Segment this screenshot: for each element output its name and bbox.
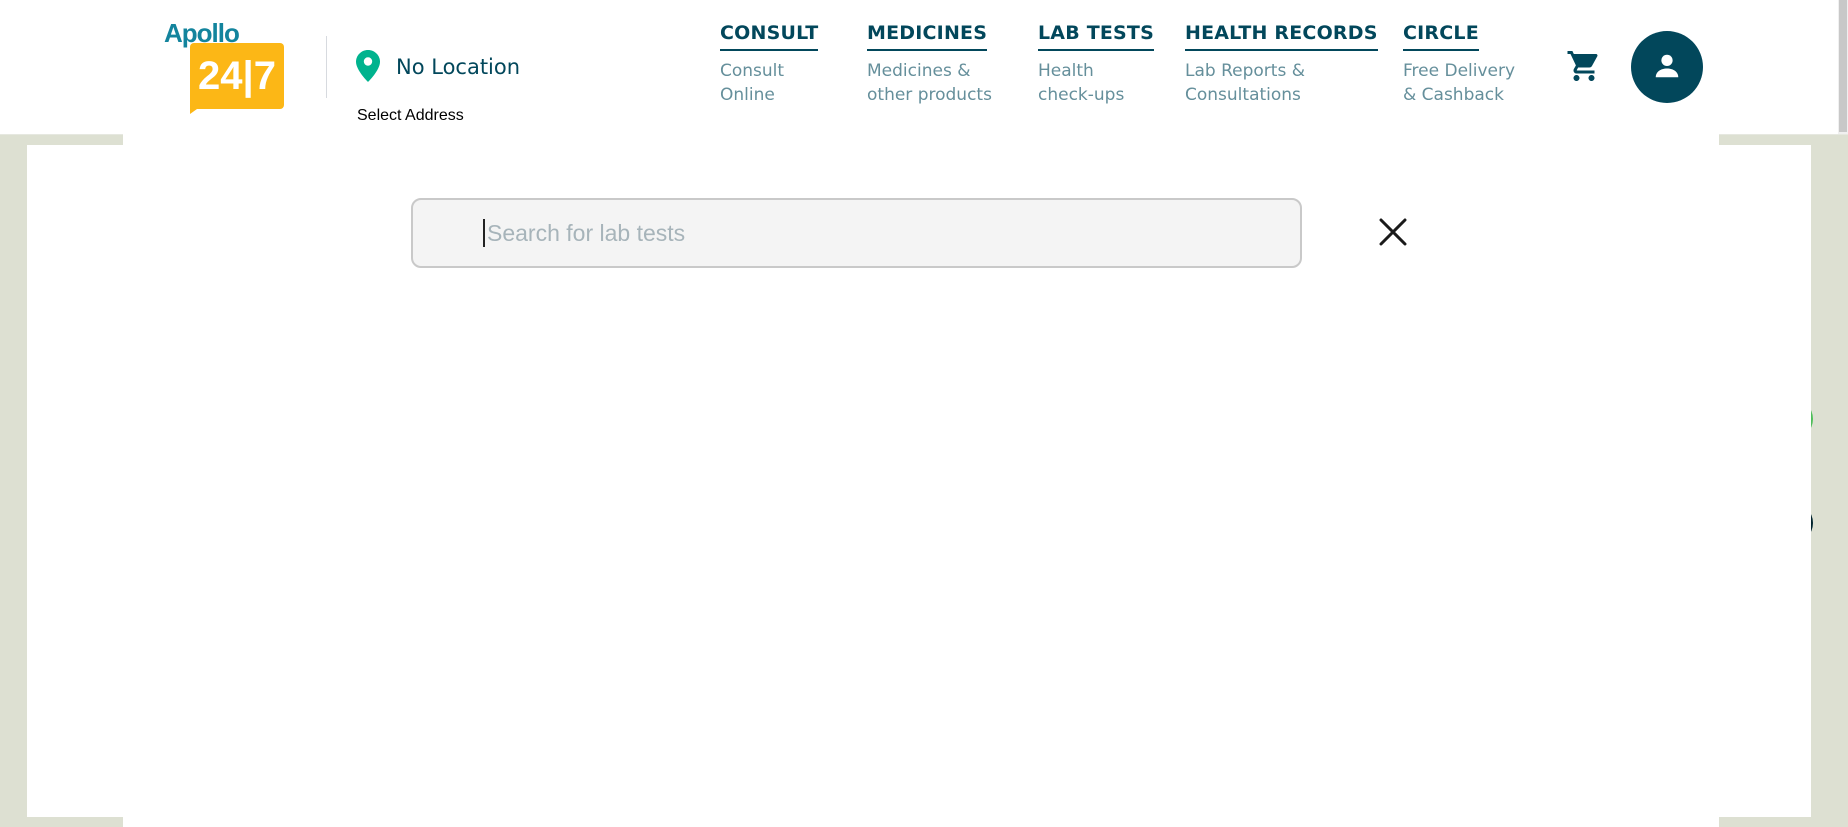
nav-medicines-subtitle: Medicines & other products (867, 61, 992, 105)
nav-health-records[interactable]: HEALTH RECORDS Lab Reports & Consultatio… (1185, 22, 1378, 107)
page-scrollbar-thumb[interactable] (1839, 0, 1847, 132)
nav-consult-title: CONSULT (720, 22, 819, 51)
header-divider (326, 36, 327, 98)
site-header: Apollo 24|7 No Location Select Address C… (0, 0, 1848, 135)
profile-button[interactable] (1631, 31, 1703, 103)
nav-lab-tests-subtitle: Health check-ups (1038, 61, 1125, 105)
nav-consult-subtitle: Consult Online (720, 61, 785, 105)
lab-test-search-input[interactable] (483, 219, 1267, 247)
nav-health-records-title: HEALTH RECORDS (1185, 22, 1378, 51)
lab-test-search-box[interactable] (411, 198, 1302, 268)
location-label[interactable]: No Location (396, 55, 520, 79)
logo-number-box: 24|7 (190, 43, 284, 109)
nav-lab-tests-title: LAB TESTS (1038, 22, 1154, 51)
select-address-link[interactable]: Select Address (357, 107, 464, 125)
nav-circle[interactable]: CIRCLE Free Delivery & Cashback (1403, 22, 1515, 107)
nav-health-records-subtitle: Lab Reports & Consultations (1185, 61, 1305, 105)
nav-circle-subtitle: Free Delivery & Cashback (1403, 61, 1516, 105)
nav-lab-tests[interactable]: LAB TESTS Health check-ups (1038, 22, 1154, 107)
nav-consult[interactable]: CONSULT Consult Online (720, 22, 819, 107)
apollo-logo[interactable]: Apollo 24|7 (164, 18, 284, 114)
nav-circle-title: CIRCLE (1403, 22, 1479, 51)
location-pin-icon[interactable] (356, 50, 380, 82)
cart-icon[interactable] (1566, 48, 1602, 84)
nav-medicines-title: MEDICINES (867, 22, 988, 51)
close-icon[interactable] (1377, 216, 1409, 248)
nav-medicines[interactable]: MEDICINES Medicines & other products (867, 22, 992, 107)
profile-icon (1655, 54, 1679, 78)
